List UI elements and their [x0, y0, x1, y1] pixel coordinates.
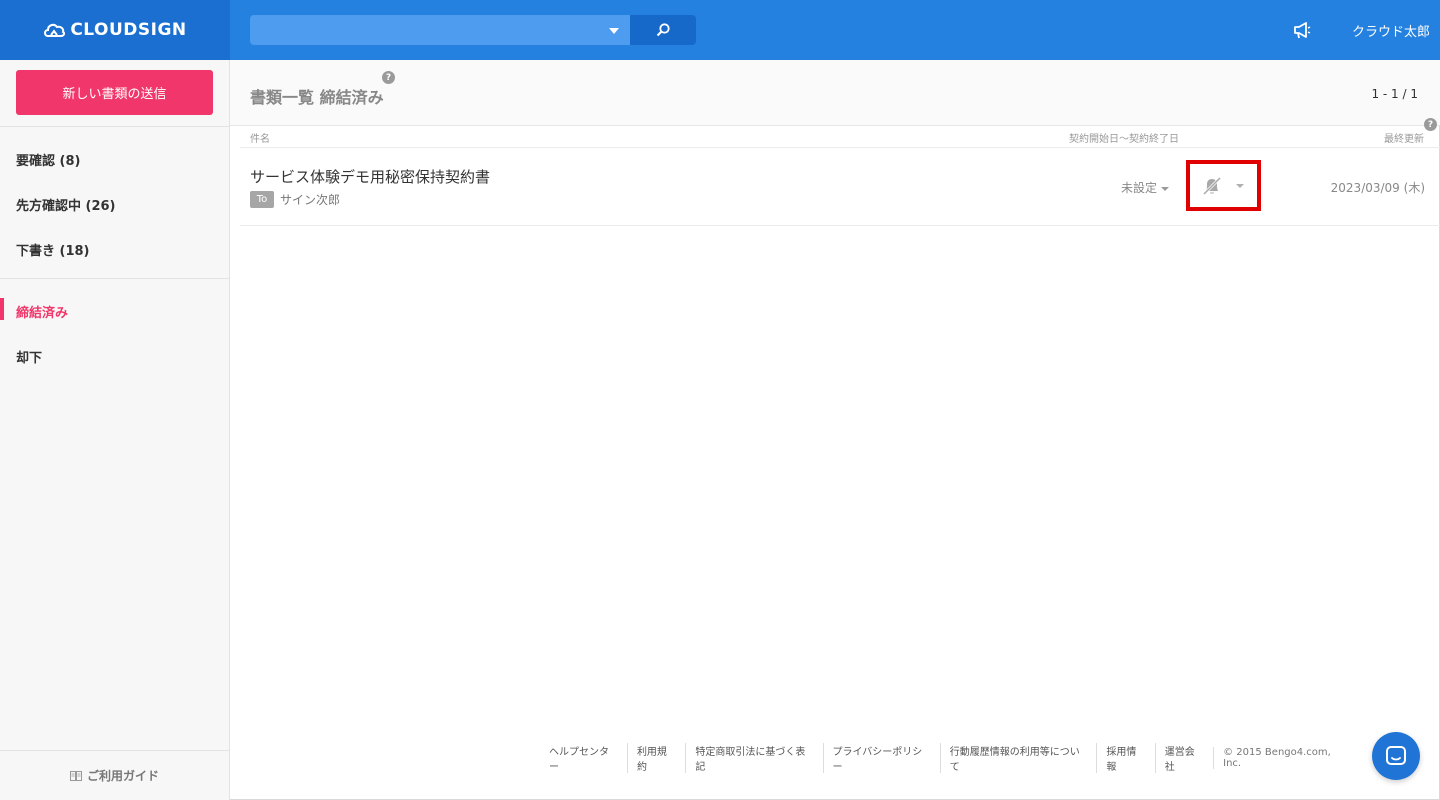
search-button[interactable]: [630, 15, 696, 45]
footer-link-careers[interactable]: 採用情報: [1096, 743, 1154, 773]
footer-link-behavior-data[interactable]: 行動履歴情報の利用等について: [939, 743, 1097, 773]
search-options-caret-icon[interactable]: [609, 28, 619, 34]
footer-link-privacy[interactable]: プライバシーポリシー: [822, 743, 940, 773]
chevron-down-icon: [1236, 184, 1244, 188]
copyright: © 2015 Bengo4.com, Inc.: [1213, 747, 1350, 769]
pagination-info: 1 - 1 / 1: [1371, 87, 1418, 101]
to-badge: To: [250, 191, 274, 208]
help-icon[interactable]: ?: [382, 71, 395, 84]
recipient-name: サイン次郎: [280, 193, 341, 207]
sidebar-divider: [0, 126, 229, 127]
footer-link-commerce-law[interactable]: 特定商取引法に基づく表記: [685, 743, 822, 773]
page-title: 書類一覧 締結済み: [250, 88, 384, 107]
footer: ヘルプセンター 利用規約 特定商取引法に基づく表記 プライバシーポリシー 行動履…: [540, 743, 1350, 773]
document-title[interactable]: サービス体験デモ用秘密保持契約書: [250, 166, 490, 187]
sidebar: 新しい書類の送信 要確認 (8) 先方確認中 (26) 下書き (18) 締結済…: [0, 60, 230, 800]
divider: [240, 147, 1440, 148]
sidebar-item-rejected[interactable]: 却下: [16, 347, 42, 366]
help-icon[interactable]: ?: [1424, 118, 1437, 131]
contract-period-dropdown[interactable]: 未設定: [1121, 179, 1170, 196]
logo-text: CLOUDSIGN: [70, 20, 187, 40]
chevron-down-icon: [1161, 186, 1170, 191]
chat-icon: [1386, 746, 1406, 765]
user-guide-label: ご利用ガイド: [86, 769, 159, 783]
user-menu[interactable]: クラウド太郎: [1330, 21, 1430, 40]
chat-launcher-button[interactable]: [1372, 732, 1420, 780]
sidebar-divider: [0, 278, 229, 279]
sidebar-item-awaiting-counterparty[interactable]: 先方確認中 (26): [16, 195, 116, 214]
top-header: CLOUDSIGN クラウド太郎: [0, 0, 1440, 60]
user-guide-link[interactable]: ご利用ガイド: [0, 750, 229, 800]
last-updated: 2023/03/09 (木): [1330, 181, 1425, 195]
bell-off-icon: [1202, 176, 1222, 196]
column-header-updated[interactable]: 最終更新: [1384, 130, 1424, 145]
footer-link-terms[interactable]: 利用規約: [626, 743, 685, 773]
megaphone-icon[interactable]: [1292, 20, 1312, 40]
sidebar-item-needs-review[interactable]: 要確認 (8): [16, 150, 80, 169]
logo[interactable]: CLOUDSIGN: [0, 0, 230, 60]
column-header-name[interactable]: 件名: [250, 130, 270, 145]
new-document-button[interactable]: 新しい書類の送信: [16, 70, 213, 115]
contract-period-value: 未設定: [1121, 181, 1158, 195]
book-icon: [69, 770, 82, 781]
active-indicator: [0, 298, 4, 320]
column-header-period[interactable]: 契約開始日〜契約終了日: [1069, 130, 1179, 145]
search-input[interactable]: [250, 15, 630, 45]
search-icon: [656, 23, 670, 37]
footer-link-help-center[interactable]: ヘルプセンター: [540, 743, 627, 773]
sidebar-item-drafts[interactable]: 下書き (18): [16, 240, 90, 259]
notification-settings-dropdown[interactable]: [1186, 160, 1261, 211]
footer-link-company[interactable]: 運営会社: [1154, 743, 1213, 773]
divider: [240, 225, 1440, 226]
list-header-bar: [230, 60, 1440, 126]
sidebar-item-concluded[interactable]: 締結済み: [16, 302, 68, 321]
cloud-logo-icon: [44, 23, 66, 37]
